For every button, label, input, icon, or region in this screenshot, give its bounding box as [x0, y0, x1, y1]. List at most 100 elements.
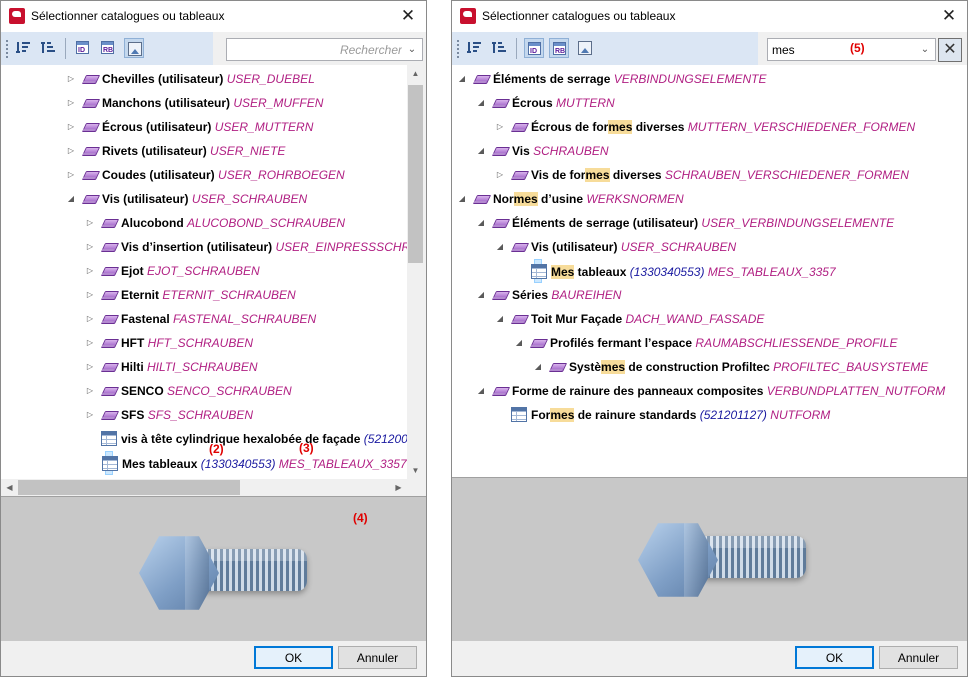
tree-node[interactable]: ▷ Alucobond ALUCOBOND_SCHRAUBEN: [1, 211, 407, 235]
table-row[interactable]: vis à tête cylindrique hexalobée de faça…: [1, 427, 407, 451]
tree-node[interactable]: ▷ Écrous de formes diverses MUTTERN_VERSC…: [452, 115, 967, 139]
collapsed-arrow-icon[interactable]: ▷: [66, 163, 76, 187]
ok-button[interactable]: OK: [795, 646, 874, 669]
tree-node[interactable]: ▷ Manchons (utilisateur) USER_MUFFEN: [1, 91, 407, 115]
tree-node[interactable]: ▷ Fastenal FASTENAL_SCHRAUBEN: [1, 307, 407, 331]
close-button[interactable]: ✕: [396, 5, 420, 27]
collapsed-arrow-icon[interactable]: ▷: [66, 115, 76, 139]
tree-node[interactable]: ◢ Vis (utilisateur) USER_SCHRAUBEN: [452, 235, 967, 259]
collapsed-arrow-icon[interactable]: ▷: [85, 379, 95, 403]
search-input[interactable]: [231, 41, 402, 58]
search-input[interactable]: [772, 41, 915, 58]
tree-node[interactable]: ▷ Vis d’insertion (utilisateur) USER_EINP…: [1, 235, 407, 259]
node-label: Vis (utilisateur) USER_SCHRAUBEN: [102, 187, 307, 211]
tree-node[interactable]: ◢ Forme de rainure des panneaux composite…: [452, 379, 967, 403]
tree-node[interactable]: ◢ Vis (utilisateur) USER_SCHRAUBEN: [1, 187, 407, 211]
collapsed-arrow-icon[interactable]: ▷: [85, 211, 95, 235]
catalog-book-icon: [511, 119, 527, 134]
expanded-arrow-icon[interactable]: ◢: [66, 187, 76, 211]
catalog-book-icon: [82, 143, 98, 158]
tree-node[interactable]: ◢ Séries BAUREIHEN: [452, 283, 967, 307]
collapsed-arrow-icon[interactable]: ▷: [85, 259, 95, 283]
show-catalog-codes-button[interactable]: RB: [98, 38, 118, 58]
collapsed-arrow-icon[interactable]: ▷: [495, 115, 505, 139]
tree-node[interactable]: ◢ Écrous MUTTERN: [452, 91, 967, 115]
tree-node[interactable]: ▷ HFT HFT_SCHRAUBEN: [1, 331, 407, 355]
expanded-arrow-icon[interactable]: ◢: [476, 211, 486, 235]
sort-ascending-button[interactable]: [465, 38, 485, 58]
ok-button[interactable]: OK: [254, 646, 333, 669]
expanded-arrow-icon[interactable]: ◢: [533, 355, 543, 379]
tree-node[interactable]: ◢ Normes d’usine WERKSNORMEN: [452, 187, 967, 211]
show-preview-button[interactable]: [124, 38, 144, 58]
cancel-button[interactable]: Annuler: [338, 646, 417, 669]
sort-descending-button[interactable]: [490, 38, 510, 58]
collapsed-arrow-icon[interactable]: ▷: [66, 67, 76, 91]
tree-node[interactable]: ▷ Rivets (utilisateur) USER_NIETE: [1, 139, 407, 163]
tree-node[interactable]: ◢ Éléments de serrage (utilisateur) USER_…: [452, 211, 967, 235]
scroll-left-arrow-icon[interactable]: ◀: [1, 479, 18, 496]
table-grid-icon: [101, 431, 117, 446]
expanded-arrow-icon[interactable]: ◢: [476, 283, 486, 307]
tree-node[interactable]: ▷ Vis de formes diverses SCHRAUBEN_VERSCH…: [452, 163, 967, 187]
show-catalog-codes-button[interactable]: RB: [549, 38, 569, 58]
tree-node[interactable]: ▷ Hilti HILTI_SCHRAUBEN: [1, 355, 407, 379]
expanded-arrow-icon[interactable]: ◢: [457, 187, 467, 211]
tree-node[interactable]: ▷ SENCO SENCO_SCHRAUBEN: [1, 379, 407, 403]
show-preview-button[interactable]: [575, 38, 595, 58]
scroll-up-arrow-icon[interactable]: ▲: [407, 65, 424, 82]
expanded-arrow-icon[interactable]: ◢: [514, 331, 524, 355]
catalog-book-icon: [492, 95, 508, 110]
close-button[interactable]: ✕: [937, 5, 961, 27]
cancel-button[interactable]: Annuler: [879, 646, 958, 669]
collapsed-arrow-icon[interactable]: ▷: [85, 355, 95, 379]
horizontal-scrollbar[interactable]: ◀ ▶: [1, 479, 407, 496]
search-history-dropdown[interactable]: ⌄: [918, 42, 932, 57]
table-row[interactable]: Mes tableaux (1330340553) MES_TABLEAUX_3…: [102, 451, 407, 475]
tree-node[interactable]: ◢ Éléments de serrage VERBINDUNGSELEMENTE: [452, 67, 967, 91]
search-history-dropdown[interactable]: ⌄: [405, 42, 419, 57]
label-text: d’usine: [537, 192, 584, 206]
sort-ascending-button[interactable]: [14, 38, 34, 58]
collapsed-arrow-icon[interactable]: ▷: [85, 235, 95, 259]
toolbar-grip[interactable]: [457, 40, 461, 58]
tree-node[interactable]: ▷ Écrous (utilisateur) USER_MUTTERN: [1, 115, 407, 139]
scroll-right-arrow-icon[interactable]: ▶: [390, 479, 407, 496]
table-row[interactable]: Formes de rainure standards (521201127) …: [452, 403, 967, 427]
clear-search-button[interactable]: ✕: [938, 38, 962, 62]
tree-node[interactable]: ▷ Chevilles (utilisateur) USER_DUEBEL: [1, 67, 407, 91]
horizontal-scroll-thumb[interactable]: [18, 480, 240, 495]
tree-node[interactable]: ◢ Vis SCHRAUBEN: [452, 139, 967, 163]
tree-node[interactable]: ◢ Profilés fermant l’espace RAUMABSCHLIES…: [452, 331, 967, 355]
vertical-scroll-thumb[interactable]: [408, 85, 423, 263]
expanded-arrow-icon[interactable]: ◢: [457, 67, 467, 91]
tree-node[interactable]: ▷ Eternit ETERNIT_SCHRAUBEN: [1, 283, 407, 307]
toolbar-separator: [516, 38, 517, 59]
collapsed-arrow-icon[interactable]: ▷: [495, 163, 505, 187]
expanded-arrow-icon[interactable]: ◢: [495, 307, 505, 331]
toolbar-grip[interactable]: [6, 40, 10, 58]
show-catalog-ids-button[interactable]: ID: [73, 38, 93, 58]
collapsed-arrow-icon[interactable]: ▷: [66, 91, 76, 115]
tree-node[interactable]: ▷ Coudes (utilisateur) USER_ROHRBOEGEN: [1, 163, 407, 187]
collapsed-arrow-icon[interactable]: ▷: [85, 283, 95, 307]
vertical-scrollbar[interactable]: ▲ ▼: [407, 65, 424, 479]
expanded-arrow-icon[interactable]: ◢: [495, 235, 505, 259]
table-row[interactable]: Mes tableaux (1330340553) MES_TABLEAUX_3…: [531, 259, 836, 283]
expanded-arrow-icon[interactable]: ◢: [476, 91, 486, 115]
collapsed-arrow-icon[interactable]: ▷: [85, 307, 95, 331]
collapsed-arrow-icon[interactable]: ▷: [85, 331, 95, 355]
tree-node[interactable]: ◢ Toit Mur Façade DACH_WAND_FASSADE: [452, 307, 967, 331]
expanded-arrow-icon[interactable]: ◢: [476, 139, 486, 163]
collapsed-arrow-icon[interactable]: ▷: [85, 403, 95, 427]
tree-node[interactable]: ▷ SFS SFS_SCHRAUBEN: [1, 403, 407, 427]
catalog-code: EJOT_SCHRAUBEN: [147, 264, 260, 278]
tree-node[interactable]: ◢ Systèmes de construction Profiltec PROF…: [452, 355, 967, 379]
collapsed-arrow-icon[interactable]: ▷: [66, 139, 76, 163]
tree-node[interactable]: ▷ Ejot EJOT_SCHRAUBEN: [1, 259, 407, 283]
show-catalog-ids-button[interactable]: ID: [524, 38, 544, 58]
sort-descending-button[interactable]: [39, 38, 59, 58]
scroll-down-arrow-icon[interactable]: ▼: [407, 462, 424, 479]
node-label: Séries BAUREIHEN: [512, 283, 621, 307]
expanded-arrow-icon[interactable]: ◢: [476, 379, 486, 403]
